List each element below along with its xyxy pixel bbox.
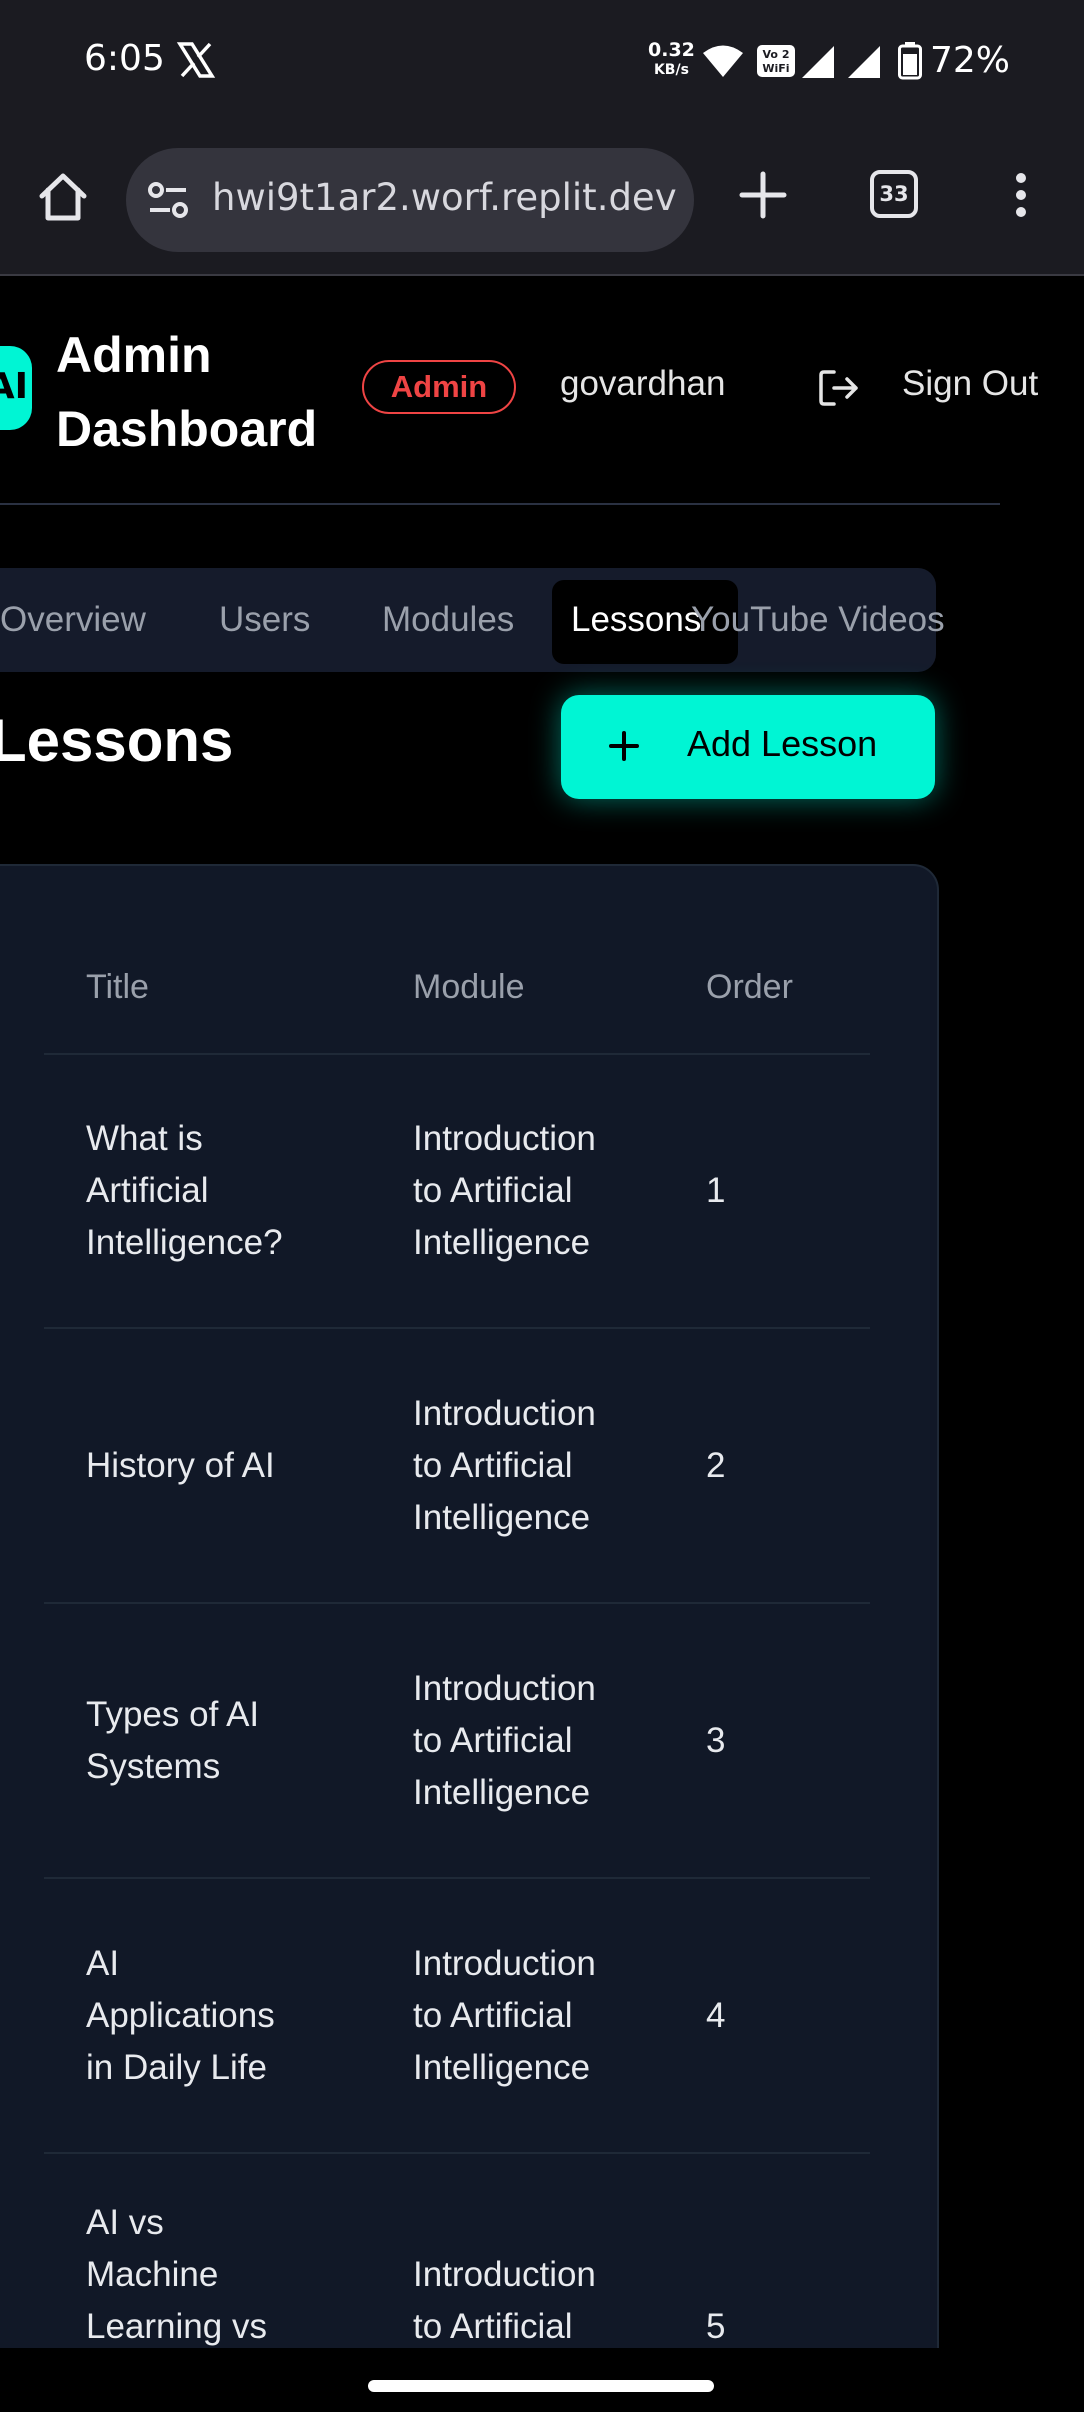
signal-icon-2 — [848, 46, 880, 78]
username: govardhan — [560, 364, 726, 403]
lesson-title-line: AI — [86, 1944, 120, 1983]
site-settings-icon[interactable] — [146, 178, 192, 222]
page-title-line1: Admin — [56, 327, 212, 383]
lesson-title: Types of AI Systems — [86, 1689, 326, 1793]
lesson-order: 4 — [706, 1996, 726, 2035]
browser-toolbar: hwi9t1ar2.worf.replit.dev — [0, 128, 1084, 276]
role-badge: Admin — [362, 360, 516, 414]
lesson-title-line: Machine — [86, 2255, 219, 2294]
lesson-title-line: in Daily Life — [86, 2048, 267, 2087]
net-speed-value: 0.32 — [648, 39, 695, 61]
lesson-title-line: Systems — [86, 1747, 221, 1786]
section-title: Lessons — [0, 707, 234, 774]
lesson-title-line: Artificial — [86, 1171, 209, 1210]
lesson-module-line: Introduction — [413, 1944, 596, 1983]
lesson-module: Introduction to Artificial — [413, 2249, 643, 2353]
lesson-module-line: Intelligence — [413, 1223, 591, 1262]
lesson-order: 2 — [706, 1446, 726, 1485]
lesson-module: Introduction to Artificial Intelligence — [413, 1113, 643, 1269]
home-icon[interactable] — [36, 170, 90, 224]
lesson-title: AI Applications in Daily Life — [86, 1938, 326, 2094]
lesson-module-line: Introduction — [413, 1394, 596, 1433]
lesson-module-line: Introduction — [413, 1119, 596, 1158]
url-text[interactable]: hwi9t1ar2.worf.replit.dev — [212, 176, 677, 219]
x-app-icon — [176, 42, 216, 78]
column-header-module: Module — [413, 968, 525, 1006]
battery-percent: 72% — [930, 40, 1011, 81]
net-speed: 0.32 KB/s — [648, 40, 695, 80]
lesson-module-line: to Artificial — [413, 1721, 573, 1760]
app-logo-text: AI — [0, 366, 28, 407]
lesson-module: Introduction to Artificial Intelligence — [413, 1663, 643, 1819]
row-divider — [44, 1327, 870, 1329]
more-menu-icon[interactable] — [1014, 172, 1028, 218]
tab-switcher-button[interactable]: 33 — [870, 170, 918, 218]
lesson-module-line: Introduction — [413, 1669, 596, 1708]
lesson-title: History of AI — [86, 1440, 326, 1492]
lesson-order: 1 — [706, 1171, 726, 1210]
lesson-title-line: Learning vs — [86, 2307, 267, 2346]
vowifi-icon: Vo 2 WiFi — [757, 45, 795, 77]
tab-users[interactable]: Users — [219, 578, 310, 662]
lesson-module-line: to Artificial — [413, 1446, 573, 1485]
lesson-module: Introduction to Artificial Intelligence — [413, 1938, 643, 2094]
lessons-table-card — [0, 864, 939, 2388]
add-lesson-label: Add Lesson — [687, 723, 878, 764]
svg-text:WiFi: WiFi — [762, 62, 789, 75]
lesson-module: Introduction to Artificial Intelligence — [413, 1388, 643, 1544]
status-time: 6:05 — [84, 38, 165, 79]
lesson-module-line: to Artificial — [413, 1996, 573, 2035]
lesson-title-line: Intelligence? — [86, 1223, 283, 1262]
tab-youtube-videos[interactable]: YouTube Videos — [691, 578, 945, 662]
status-bar: 6:05 0.32 KB/s Vo 2 WiFi 72% — [0, 0, 1084, 128]
row-divider — [44, 1877, 870, 1879]
header-divider — [0, 503, 1000, 505]
lesson-order: 5 — [706, 2307, 726, 2346]
page-title-line2: Dashboard — [56, 401, 318, 457]
lesson-module-line: Introduction — [413, 2255, 596, 2294]
new-tab-icon[interactable] — [738, 170, 788, 220]
lesson-module-line: Intelligence — [413, 1498, 591, 1537]
lesson-module-line: Intelligence — [413, 2048, 591, 2087]
header-divider-line — [44, 1053, 870, 1055]
lesson-title-line: What is — [86, 1119, 203, 1158]
sign-out-icon[interactable] — [818, 368, 860, 408]
lesson-title-line: History of AI — [86, 1446, 275, 1485]
lesson-module-line: to Artificial — [413, 2307, 573, 2346]
row-divider — [44, 1602, 870, 1604]
tab-overview[interactable]: Overview — [0, 578, 146, 662]
app-logo: AI — [0, 346, 32, 430]
lesson-title-line: Applications — [86, 1996, 275, 2035]
wifi-icon — [703, 45, 743, 77]
screen: 6:05 0.32 KB/s Vo 2 WiFi 72% hwi9t1ar2.w… — [0, 0, 1084, 2412]
tab-lessons[interactable]: Lessons — [571, 578, 701, 662]
sign-out-button[interactable]: Sign Out — [902, 364, 1038, 404]
address-bar[interactable]: hwi9t1ar2.worf.replit.dev — [126, 148, 694, 252]
net-speed-unit: KB/s — [653, 62, 689, 78]
lesson-title-line: Types of AI — [86, 1695, 260, 1734]
gesture-handle[interactable] — [368, 2380, 714, 2392]
add-lesson-button[interactable]: Add Lesson — [561, 695, 935, 799]
svg-text:Vo 2: Vo 2 — [763, 48, 790, 61]
signal-icon — [802, 46, 834, 78]
lesson-title: What is Artificial Intelligence? — [86, 1113, 326, 1269]
lesson-title: AI vs Machine Learning vs — [86, 2197, 326, 2353]
battery-icon — [898, 42, 922, 80]
lesson-module-line: to Artificial — [413, 1171, 573, 1210]
column-header-title: Title — [86, 968, 149, 1006]
page-title: Admin Dashboard — [56, 318, 317, 466]
column-header-order: Order — [706, 968, 793, 1006]
lesson-order: 3 — [706, 1721, 726, 1760]
lesson-module-line: Intelligence — [413, 1773, 591, 1812]
tab-modules[interactable]: Modules — [382, 578, 514, 662]
lesson-title-line: AI vs — [86, 2203, 164, 2242]
row-divider — [44, 2152, 870, 2154]
plus-icon — [609, 731, 639, 761]
